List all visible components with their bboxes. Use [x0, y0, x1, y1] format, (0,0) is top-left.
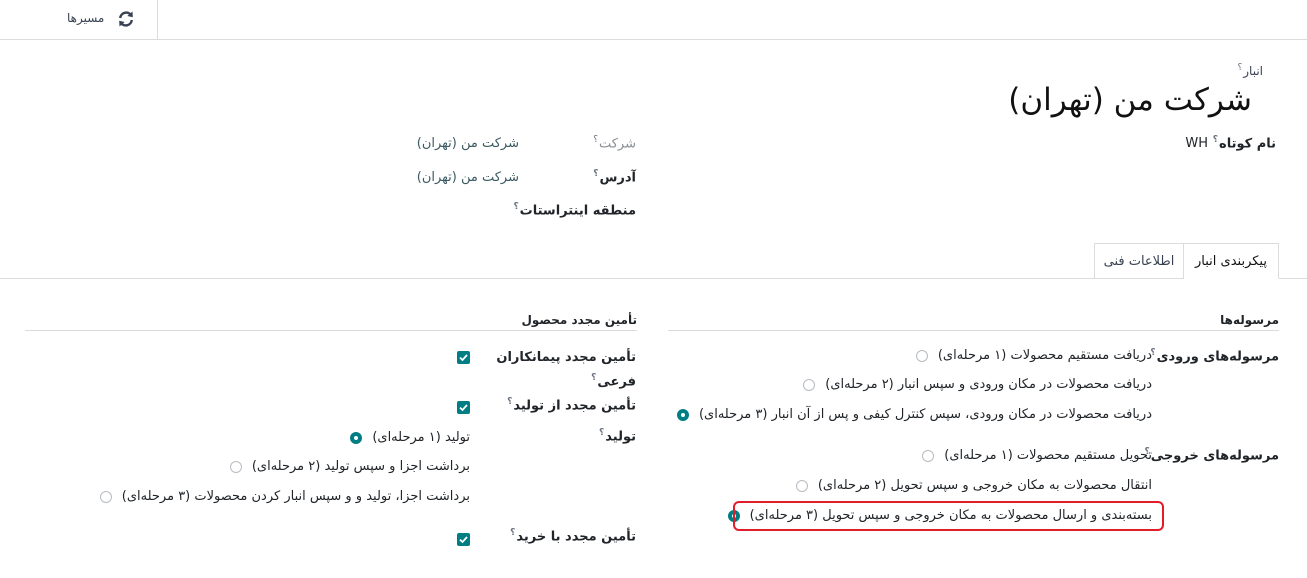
intrastat-label: منطقه اینتراستات؟	[513, 202, 636, 219]
company-label: شرکت؟	[593, 135, 636, 152]
incoming-option-3[interactable]: دریافت محصولات در مکان ورودی، سپس کنترل …	[676, 407, 1152, 422]
subcontractor-replenishment-label: تأمین مجدد پیمانکاران فرعی؟	[496, 350, 636, 390]
replenishment-divider	[25, 330, 637, 331]
address-field[interactable]: شرکت من (تهران)	[417, 170, 519, 185]
tab-technical-info[interactable]: اطلاعات فنی	[1094, 243, 1184, 279]
outgoing-option-1[interactable]: تحویل مستقیم محصولات (۱ مرحله‌ای)	[922, 448, 1152, 463]
radio-button-selected[interactable]	[676, 408, 689, 421]
production-option-2[interactable]: برداشت اجزا و سپس تولید (۲ مرحله‌ای)	[229, 459, 470, 474]
manufacture-replenishment-checkbox[interactable]	[457, 401, 470, 414]
radio-button[interactable]	[803, 378, 816, 391]
check-icon	[459, 354, 468, 362]
help-tooltip-icon[interactable]: ؟	[510, 528, 515, 538]
check-icon	[459, 404, 468, 412]
help-tooltip-icon[interactable]: ؟	[593, 135, 598, 145]
shipments-divider	[668, 330, 1279, 331]
help-tooltip-icon[interactable]: ؟	[1213, 135, 1218, 145]
radio-button[interactable]	[99, 490, 112, 503]
incoming-option-1[interactable]: دریافت مستقیم محصولات (۱ مرحله‌ای)	[915, 348, 1152, 363]
production-label: تولید؟	[599, 428, 636, 445]
help-tooltip-icon[interactable]: ؟	[599, 428, 604, 438]
production-option-1[interactable]: تولید (۱ مرحله‌ای)	[350, 430, 470, 445]
check-icon	[459, 536, 468, 544]
page-title: شرکت من (تهران)	[1008, 82, 1252, 118]
incoming-shipments-label: مرسوله‌های ورودی؟	[1150, 348, 1279, 365]
outgoing-shipments-label: مرسوله‌های خروجی؟	[1144, 447, 1279, 464]
shipments-heading: مرسوله‌ها	[1220, 313, 1279, 327]
help-tooltip-icon[interactable]: ؟	[513, 202, 518, 212]
buy-replenishment-checkbox[interactable]	[457, 533, 470, 546]
radio-button[interactable]	[795, 479, 808, 492]
breadcrumb: انبار؟	[1236, 63, 1263, 78]
manufacture-replenishment-label: تأمین مجدد از تولید؟	[507, 397, 636, 414]
address-label: آدرس؟	[593, 169, 636, 186]
control-panel: مسیرها	[0, 0, 1307, 40]
radio-button[interactable]	[922, 449, 935, 462]
breadcrumb-label: انبار	[1243, 64, 1263, 78]
radio-button[interactable]	[229, 460, 242, 473]
help-tooltip-icon[interactable]: ؟	[593, 169, 598, 179]
radio-button[interactable]	[915, 349, 928, 362]
routes-button[interactable]: مسیرها	[0, 0, 158, 39]
radio-button-selected[interactable]	[350, 431, 363, 444]
help-tooltip-icon[interactable]: ؟	[1237, 63, 1242, 73]
subcontractor-replenishment-checkbox[interactable]	[457, 351, 470, 364]
buy-replenishment-label: تأمین مجدد با خرید؟	[510, 528, 636, 545]
outgoing-option-2[interactable]: انتقال محصولات به مکان خروجی و سپس تحویل…	[795, 478, 1152, 493]
tab-warehouse-config[interactable]: پیکربندی انبار	[1183, 243, 1279, 279]
routes-button-label: مسیرها	[67, 11, 105, 25]
company-field[interactable]: شرکت من (تهران)	[417, 136, 519, 151]
incoming-option-2[interactable]: دریافت محصولات در مکان ورودی و سپس انبار…	[803, 377, 1152, 392]
short-name-label: نام کوتاه؟	[1212, 135, 1276, 152]
refresh-icon	[119, 11, 133, 27]
help-tooltip-icon[interactable]: ؟	[591, 373, 596, 383]
highlight-box	[733, 501, 1164, 531]
production-option-3[interactable]: برداشت اجزا، تولید و و سپس انبار کردن مح…	[99, 489, 470, 504]
short-name-field[interactable]: WH	[1185, 136, 1208, 151]
replenishment-heading: تأمین مجدد محصول	[521, 313, 638, 327]
help-tooltip-icon[interactable]: ؟	[507, 397, 512, 407]
